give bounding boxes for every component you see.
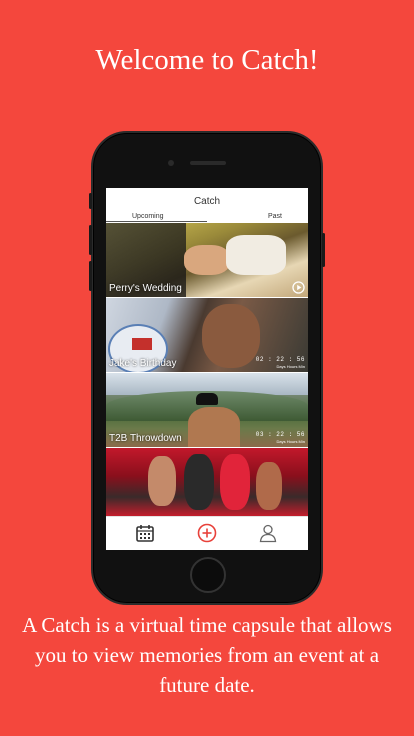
event-title: T2B Throwdown: [109, 433, 182, 444]
mute-switch: [89, 193, 92, 209]
home-button: [190, 557, 226, 593]
event-card-jakes-birthday[interactable]: Jake's Birthday 02 : 22 : 56 Days Hours …: [106, 298, 308, 372]
event-card-perrys-wedding[interactable]: Perry's Wedding: [106, 223, 308, 297]
app-screen: Catch Upcoming Past Perry's Wedding Jake…: [106, 188, 308, 550]
add-circle-icon[interactable]: [197, 523, 217, 543]
bottom-tab-bar: [106, 516, 308, 550]
countdown-timer: 02 : 22 : 56: [255, 356, 305, 363]
photo-face: [202, 304, 260, 368]
photo-dress: [226, 235, 286, 275]
photo-person-2: [184, 454, 214, 510]
event-title: Perry's Wedding: [109, 283, 182, 294]
countdown-units: Days Hours Min: [276, 439, 305, 444]
event-title: Jake's Birthday: [109, 358, 177, 369]
volume-up-button: [89, 225, 92, 255]
photo-hands: [184, 245, 230, 275]
event-card-t2b-throwdown[interactable]: T2B Throwdown 03 : 22 : 56 Days Hours Mi…: [106, 373, 308, 447]
photo-person-3: [220, 454, 250, 510]
profile-icon[interactable]: [258, 523, 278, 543]
countdown-timer: 03 : 22 : 56: [255, 431, 305, 438]
tab-upcoming[interactable]: Upcoming: [132, 213, 164, 220]
front-camera: [168, 160, 174, 166]
nav-title: Catch: [193, 196, 221, 207]
photo-person-4: [256, 462, 282, 510]
play-icon[interactable]: [292, 281, 305, 294]
photo-cap: [196, 393, 218, 405]
photo-flag: [132, 338, 152, 350]
volume-down-button: [89, 261, 92, 291]
calendar-icon[interactable]: [135, 523, 155, 543]
photo-person: [188, 407, 240, 447]
welcome-headline: Welcome to Catch!: [95, 44, 319, 76]
power-button: [322, 233, 325, 267]
event-feed[interactable]: Perry's Wedding Jake's Birthday 02 : 22 …: [106, 223, 308, 518]
intro-caption: A Catch is a virtual time capsule that a…: [22, 613, 392, 697]
phone-mockup: Catch Upcoming Past Perry's Wedding Jake…: [89, 131, 325, 605]
earpiece-speaker: [190, 161, 226, 165]
photo-person-1: [148, 456, 176, 506]
countdown-units: Days Hours Min: [276, 364, 305, 369]
tab-selected-indicator: [106, 221, 207, 222]
event-card-group[interactable]: [106, 448, 308, 518]
tab-past[interactable]: Past: [268, 213, 282, 220]
